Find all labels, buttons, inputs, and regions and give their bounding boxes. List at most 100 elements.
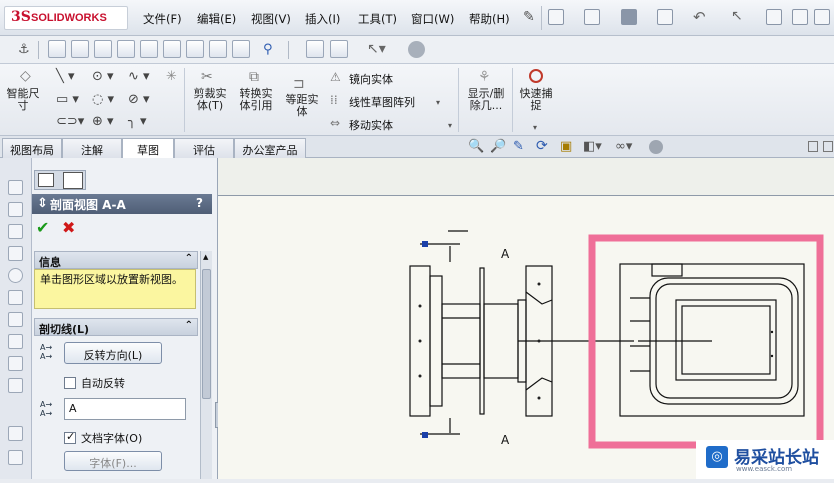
menu-file[interactable]: 文件(F): [143, 11, 182, 27]
save-icon[interactable]: [621, 9, 637, 25]
globe-icon[interactable]: [408, 41, 425, 58]
view-trimetric-icon[interactable]: [209, 40, 227, 58]
zoom-fit-icon[interactable]: 🔍: [468, 139, 484, 154]
tool-icon[interactable]: [8, 312, 23, 327]
arc-icon[interactable]: ◌ ▾: [92, 92, 114, 107]
select-arrow-icon[interactable]: ↖: [731, 8, 743, 24]
scroll-thumb[interactable]: [202, 269, 211, 399]
offset-entities-button[interactable]: 等距实体: [282, 94, 322, 118]
view-right-icon[interactable]: [117, 40, 135, 58]
cutline-section-header[interactable]: 剖切线(L) ⌃: [34, 318, 198, 336]
tool-icon[interactable]: [8, 202, 23, 217]
tool-icon[interactable]: [8, 378, 23, 393]
feature-tree-tab-icon[interactable]: [38, 173, 54, 187]
hide-show-icon[interactable]: ∞▾: [615, 139, 632, 154]
appearance-icon[interactable]: [649, 140, 663, 154]
mirror-entities-button[interactable]: 镜向实体: [349, 71, 393, 87]
display-delete-relations-button[interactable]: 显示/删除几...: [464, 88, 508, 112]
tab-view-layout[interactable]: 视图布局: [2, 138, 62, 158]
doc-font-checkbox[interactable]: ✓: [64, 430, 76, 444]
view-dimetric-icon[interactable]: [232, 40, 250, 58]
ellipse-icon[interactable]: ⊘ ▾: [128, 92, 150, 107]
new-document-icon[interactable]: [548, 9, 564, 25]
tool-icon[interactable]: [8, 356, 23, 371]
move-entities-button[interactable]: 移动实体: [349, 117, 393, 133]
collapse-icon[interactable]: ⌃: [185, 253, 193, 264]
chevron-down-icon[interactable]: ▾: [533, 123, 537, 132]
label-input[interactable]: A: [64, 398, 186, 420]
polygon-icon[interactable]: ⊕ ▾: [92, 114, 114, 129]
normal-to-icon[interactable]: ⚲: [263, 42, 273, 57]
quick-snaps-button[interactable]: 快速捕捉: [517, 88, 555, 112]
slot-icon[interactable]: ⊂⊃▾: [56, 114, 84, 129]
maximize-icon[interactable]: [823, 141, 833, 152]
undo-icon[interactable]: ↶: [693, 8, 706, 26]
view-top-icon[interactable]: [140, 40, 158, 58]
tab-evaluate[interactable]: 评估: [174, 138, 234, 158]
open-folder-icon[interactable]: [584, 9, 600, 25]
previous-view-icon[interactable]: ✎: [513, 139, 524, 154]
section-label-bottom[interactable]: A: [501, 433, 510, 447]
text-sketch-icon[interactable]: ╮ ▾: [128, 114, 146, 129]
tool-icon[interactable]: [8, 180, 23, 195]
property-manager-tab-icon[interactable]: [63, 172, 83, 189]
rebuild-icon[interactable]: [766, 9, 782, 25]
auto-flip-checkbox[interactable]: [64, 377, 76, 389]
tool-icon[interactable]: [8, 268, 23, 283]
info-section-header[interactable]: 信息 ⌃: [34, 251, 198, 269]
graphics-area[interactable]: A A ◎ 易采站长站 www.easck.com: [218, 158, 834, 479]
tab-annotation[interactable]: 注解: [62, 138, 122, 158]
tool-icon[interactable]: [8, 426, 23, 441]
cancel-x-icon[interactable]: ✖: [62, 218, 75, 237]
menu-insert[interactable]: 插入(I): [305, 11, 340, 27]
reverse-direction-button[interactable]: 反转方向(L): [64, 342, 162, 364]
pm-scrollbar[interactable]: ▲: [200, 251, 212, 479]
menu-view[interactable]: 视图(V): [251, 11, 291, 27]
collapse-icon[interactable]: ⌃: [185, 320, 193, 331]
line-icon[interactable]: ╲ ▾: [56, 69, 74, 84]
menu-edit[interactable]: 编辑(E): [197, 11, 236, 27]
select-tool-icon[interactable]: ↖▾: [367, 41, 386, 57]
view-iso-icon[interactable]: [186, 40, 204, 58]
scroll-up-icon[interactable]: ▲: [203, 253, 208, 261]
anchor-icon[interactable]: ⚓: [18, 42, 30, 57]
section-label-top[interactable]: A: [501, 247, 510, 261]
menu-help[interactable]: 帮助(H): [469, 11, 510, 27]
ok-check-icon[interactable]: ✔: [36, 218, 49, 237]
file-properties-icon[interactable]: [792, 9, 808, 25]
front-view[interactable]: [409, 230, 634, 435]
spline-icon[interactable]: ∿ ▾: [128, 69, 150, 84]
circle-icon[interactable]: ⊙ ▾: [92, 69, 114, 84]
font-button[interactable]: 字体(F)...: [64, 451, 162, 471]
view-back-icon[interactable]: [71, 40, 89, 58]
tab-office-products[interactable]: 办公室产品: [234, 138, 306, 158]
model-view-icon[interactable]: [330, 40, 348, 58]
print-icon[interactable]: [657, 9, 673, 25]
tool-icon[interactable]: [8, 224, 23, 239]
view-orientation-icon[interactable]: ◧▾: [583, 139, 602, 154]
view-bottom-icon[interactable]: [163, 40, 181, 58]
smart-dimension-button[interactable]: 智能尺寸: [5, 88, 41, 112]
restore-icon[interactable]: [808, 141, 818, 152]
options-icon[interactable]: [814, 9, 830, 25]
tool-icon[interactable]: [8, 450, 23, 465]
tab-sketch[interactable]: 草图: [122, 138, 174, 159]
view-left-icon[interactable]: [94, 40, 112, 58]
tool-icon[interactable]: [8, 290, 23, 305]
section-view[interactable]: [619, 263, 805, 417]
section-view-icon[interactable]: ▣: [560, 139, 572, 154]
view-front-icon[interactable]: [48, 40, 66, 58]
help-button[interactable]: ?: [196, 196, 203, 210]
point-icon[interactable]: ✳: [166, 69, 177, 84]
rotate-icon[interactable]: ⟳: [536, 138, 548, 154]
chevron-down-icon[interactable]: ▾: [436, 98, 440, 107]
trim-entities-button[interactable]: 剪裁实体(T): [190, 88, 230, 112]
chevron-down-icon[interactable]: ▾: [448, 121, 452, 130]
view-palette-icon[interactable]: [306, 40, 324, 58]
menu-tools[interactable]: 工具(T): [358, 11, 397, 27]
drawing-sheet[interactable]: A A: [218, 195, 834, 479]
zoom-area-icon[interactable]: 🔎: [490, 139, 506, 154]
linear-pattern-button[interactable]: 线性草图阵列: [349, 94, 415, 110]
tool-icon[interactable]: [8, 246, 23, 261]
solidworks-logo[interactable]: 3S SOLIDWORKS: [4, 6, 128, 30]
